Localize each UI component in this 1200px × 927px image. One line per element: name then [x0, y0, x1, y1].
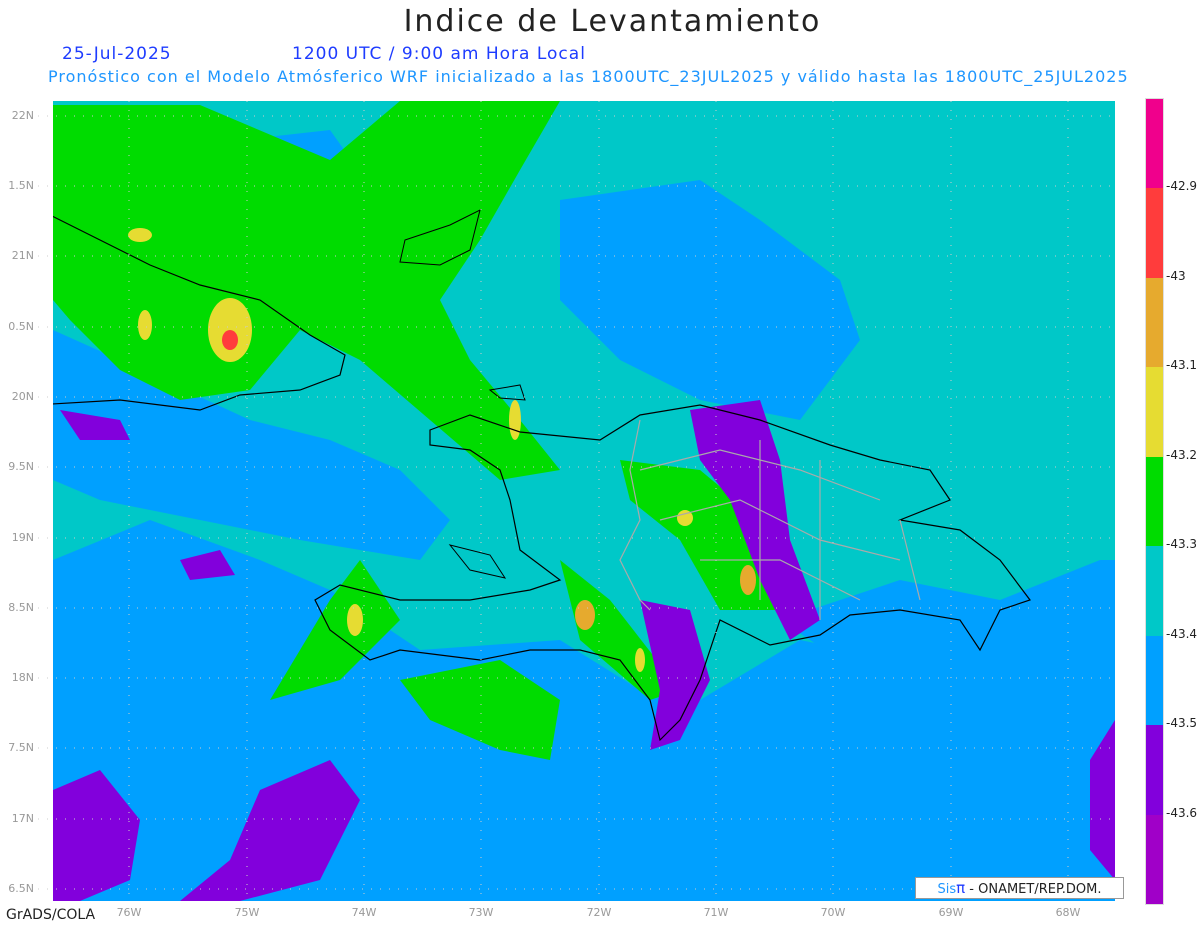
colorbar-segment — [1146, 188, 1163, 278]
credit-sis: Sis — [937, 882, 957, 897]
lat-label: 20N — [11, 390, 34, 403]
colorbar-label: -43.6 — [1166, 805, 1198, 820]
credit-pi: π — [956, 879, 966, 897]
field-yellow — [347, 604, 363, 636]
colorbar-segment — [1146, 367, 1163, 457]
colorbar-segment — [1146, 814, 1163, 904]
lat-label: 0.5N — [8, 320, 34, 333]
colorbar — [1145, 98, 1164, 905]
field-yellow — [575, 600, 595, 630]
lon-label: 75W — [234, 906, 260, 919]
lon-label: 73W — [468, 906, 494, 919]
colorbar-label: -42.9 — [1166, 179, 1198, 194]
lat-label: 22N — [11, 109, 34, 122]
lon-label: 68W — [1055, 906, 1081, 919]
colorbar-segment — [1146, 546, 1163, 636]
grads-credit: GrADS/COLA — [6, 907, 96, 923]
field-yellow — [509, 400, 521, 440]
colorbar-segment — [1146, 635, 1163, 726]
colorbar-label: -43.1 — [1166, 358, 1198, 373]
field-orange — [222, 330, 238, 350]
lat-label: 9.5N — [8, 460, 34, 473]
sispi-credit-box: Sisπ - ONAMET/REP.DOM. — [915, 877, 1124, 899]
colorbar-label: -43.4 — [1166, 626, 1198, 641]
lat-label: 18N — [11, 671, 34, 684]
lon-label: 76W — [116, 906, 142, 919]
lat-label: 17N — [11, 812, 34, 825]
colorbar-segment — [1146, 99, 1163, 189]
lon-label: 70W — [820, 906, 846, 919]
colorbar-segment — [1146, 277, 1163, 368]
lon-label: 72W — [586, 906, 612, 919]
lon-label: 71W — [703, 906, 729, 919]
colorbar-label: -43.3 — [1166, 537, 1198, 552]
field-yellow — [138, 310, 152, 340]
lon-label: 74W — [351, 906, 377, 919]
lat-label: 6.5N — [8, 882, 34, 895]
colorbar-segment — [1146, 725, 1163, 815]
field-yellow — [740, 565, 756, 595]
colorbar-label: -43 — [1166, 268, 1186, 283]
lat-label: 8.5N — [8, 601, 34, 614]
field-yellow — [635, 648, 645, 672]
credit-org: - ONAMET/REP.DOM. — [965, 882, 1102, 897]
lat-label: 21N — [11, 249, 34, 262]
field-yellow — [128, 228, 152, 242]
lat-label: 1.5N — [8, 179, 34, 192]
lat-label: 19N — [11, 531, 34, 544]
colorbar-segment — [1146, 456, 1163, 547]
colorbar-label: -43.2 — [1166, 447, 1198, 462]
lon-label: 69W — [938, 906, 964, 919]
colorbar-label: -43.5 — [1166, 716, 1198, 731]
lat-label: 7.5N — [8, 741, 34, 754]
lifted-index-map — [38, 101, 1115, 901]
